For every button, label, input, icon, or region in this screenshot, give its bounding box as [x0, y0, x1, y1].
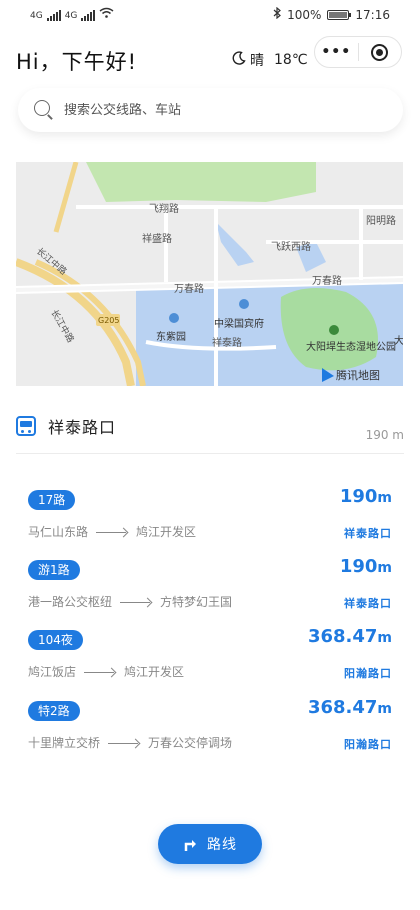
signal-icon: [46, 10, 61, 21]
battery-icon: [327, 9, 352, 20]
route-item[interactable]: 104夜 鸠江饭店 鸠江开发区 368.47m 阳瀚路口: [28, 626, 392, 690]
system-indicators: 100% 17:16: [273, 6, 390, 22]
map-label: 祥盛路: [142, 232, 172, 245]
map-poi-label: 东紫园: [156, 330, 186, 343]
arrow-right-icon: [84, 668, 116, 676]
more-button[interactable]: •••: [315, 44, 358, 60]
distance-value: 368.47: [307, 697, 378, 718]
arrow-right-icon: [108, 739, 140, 747]
status-bar: 4G 4G 100% 17:16: [0, 0, 420, 30]
route-stop: 阳瀚路口: [344, 738, 392, 751]
map-poi-label: 中梁国宾府: [214, 317, 264, 330]
route-destination: 万春公交停调场: [148, 736, 233, 750]
route-origin: 鸠江饭店: [28, 665, 77, 679]
route-destination: 鸠江开发区: [124, 665, 185, 679]
search-bar[interactable]: [18, 88, 403, 132]
arrow-right-icon: [96, 528, 128, 536]
battery-percent: 100%: [287, 7, 322, 22]
map-label: 祥泰路: [212, 336, 242, 349]
route-line-badge: 104夜: [28, 630, 83, 650]
stop-name: 祥泰路口: [48, 418, 117, 437]
weather-info: 晴 18℃: [232, 50, 308, 70]
distance-value: 190: [339, 486, 378, 507]
route-line-badge: 游1路: [28, 560, 80, 580]
distance-unit: m: [377, 490, 392, 506]
route-planning-button[interactable]: 路线: [158, 824, 262, 864]
map-label: G205: [98, 316, 119, 325]
stop-header[interactable]: 祥泰路口 190 m: [16, 414, 404, 454]
greeting-title: Hi，下午好!: [16, 50, 138, 74]
poi-marker: [169, 313, 179, 323]
map-label: 阳明路: [366, 214, 396, 227]
route-stop: 祥泰路口: [344, 527, 392, 540]
route-origin: 马仁山东路: [28, 525, 89, 539]
stop-distance: 190 m: [365, 428, 404, 442]
poi-marker: [239, 299, 249, 309]
map-provider: 腾讯地图: [336, 368, 380, 382]
distance-unit: m: [377, 701, 392, 717]
map-poi-label: 大阳垾生态湿地公园: [306, 340, 396, 353]
clock: 17:16: [355, 7, 390, 22]
route-direction: 马仁山东路 鸠江开发区: [28, 523, 196, 540]
route-destination: 鸠江开发区: [136, 525, 197, 539]
temperature: 18℃: [274, 52, 308, 68]
distance-value: 368.47: [307, 626, 378, 647]
bus-icon: [16, 416, 36, 436]
target-icon: [371, 43, 389, 61]
weather-condition: 晴: [250, 53, 264, 69]
wifi-icon: [99, 7, 114, 21]
battery-fill: [329, 11, 348, 18]
search-icon: [34, 100, 54, 120]
map-label: 飞翔路: [149, 202, 179, 215]
route-distance: 190m: [340, 556, 392, 577]
route-direction: 港一路公交枢纽 方特梦幻王国: [28, 593, 232, 610]
route-distance: 190m: [340, 486, 392, 507]
route-line-badge: 17路: [28, 490, 76, 510]
route-distance: 368.47m: [308, 697, 392, 718]
route-stop: 祥泰路口: [344, 597, 392, 610]
map-label: 万春路: [174, 282, 204, 295]
route-item[interactable]: 特2路 十里牌立交桥 万春公交停调场 368.47m 阳瀚路口: [28, 697, 392, 761]
route-line-badge: 特2路: [28, 701, 80, 721]
search-input[interactable]: [64, 102, 364, 118]
distance-unit: m: [377, 560, 392, 576]
route-origin: 港一路公交枢纽: [28, 595, 113, 609]
map-canvas: 飞翔路 祥盛路 飞跃西路 阳明路 万春路 万春路 祥泰路 G205 长江中路 长…: [16, 162, 403, 386]
distance-unit: m: [377, 630, 392, 646]
route-origin: 十里牌立交桥: [28, 736, 101, 750]
route-destination: 方特梦幻王国: [160, 595, 233, 609]
network-label-1: 4G: [30, 11, 43, 21]
route-stop: 阳瀚路口: [344, 667, 392, 680]
map-label: 飞跃西路: [271, 240, 311, 253]
close-miniprogram-button[interactable]: [358, 43, 401, 61]
signal-icon: [81, 10, 96, 21]
route-distance: 368.47m: [308, 626, 392, 647]
route-item[interactable]: 游1路 港一路公交枢纽 方特梦幻王国 190m 祥泰路口: [28, 556, 392, 620]
network-label-2: 4G: [64, 11, 78, 21]
route-button-label: 路线: [207, 837, 237, 853]
map-view[interactable]: 飞翔路 祥盛路 飞跃西路 阳明路 万春路 万春路 祥泰路 G205 长江中路 长…: [16, 162, 403, 386]
moon-icon: [232, 51, 246, 69]
arrow-right-icon: [120, 598, 152, 606]
map-poi-label: 大: [394, 334, 403, 347]
map-label: 万春路: [312, 274, 342, 287]
park-marker: [329, 325, 339, 335]
distance-value: 190: [339, 556, 378, 577]
route-direction: 十里牌立交桥 万春公交停调场: [28, 734, 232, 751]
turn-right-icon: [183, 836, 199, 852]
network-indicators: 4G 4G: [30, 7, 114, 21]
route-direction: 鸠江饭店 鸠江开发区: [28, 663, 184, 680]
route-item[interactable]: 17路 马仁山东路 鸠江开发区 190m 祥泰路口: [28, 486, 392, 550]
miniprogram-capsule: •••: [314, 36, 402, 68]
bluetooth-icon: [273, 6, 282, 22]
